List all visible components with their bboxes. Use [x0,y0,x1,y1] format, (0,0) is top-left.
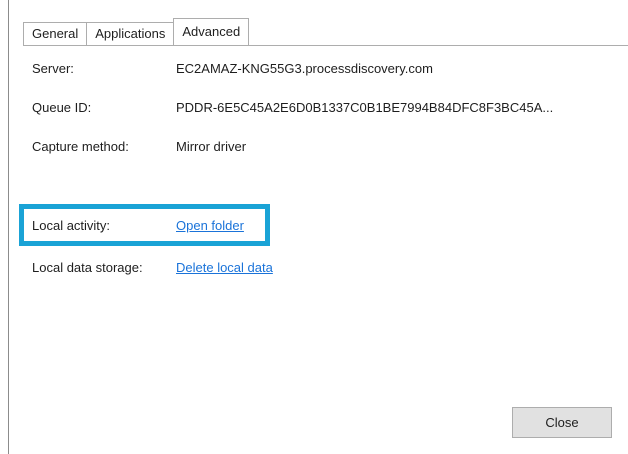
delete-local-data-link[interactable]: Delete local data [176,258,273,278]
close-button[interactable]: Close [512,407,612,438]
tab-general[interactable]: General [23,22,88,45]
tab-applications[interactable]: Applications [86,22,175,45]
capture-method-label: Capture method: [32,139,129,154]
queue-id-value: PDDR-6E5C45A2E6D0B1337C0B1BE7994B84DFC8F… [176,100,554,115]
server-value: EC2AMAZ-KNG55G3.processdiscovery.com [176,61,433,76]
tab-advanced[interactable]: Advanced [173,18,250,45]
queue-id-label: Queue ID: [32,100,92,115]
tab-divider [23,45,628,46]
open-folder-link[interactable]: Open folder [176,216,244,236]
capture-method-value: Mirror driver [176,139,247,154]
server-label: Server: [32,61,74,76]
local-activity-label: Local activity: [32,218,111,233]
settings-dialog: General Applications Advanced Server: EC… [0,0,628,454]
local-data-storage-label: Local data storage: [32,260,143,275]
dialog-left-border [8,0,9,454]
tab-strip: General Applications Advanced [23,17,250,45]
